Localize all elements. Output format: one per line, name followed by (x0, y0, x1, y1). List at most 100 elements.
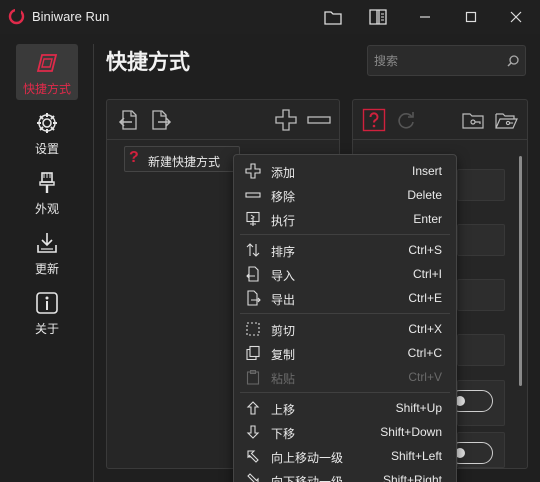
menu-separator (240, 234, 450, 235)
nav-item-settings[interactable]: 设置 (16, 104, 78, 160)
remove-icon (245, 187, 261, 203)
menu-item-shortcut: Shift+Up (395, 401, 442, 415)
export-icon (245, 290, 261, 306)
menu-separator (240, 313, 450, 314)
menu-item-shortcut: Shift+Right (382, 473, 442, 482)
app-logo-icon (8, 8, 25, 25)
menu-item-label: 向上移动一级 (271, 451, 344, 465)
cut-icon (245, 321, 261, 337)
menu-item-export[interactable]: 导出 Ctrl+E (234, 286, 456, 310)
nav-item-update[interactable]: 更新 (16, 224, 78, 280)
arrow-down-icon (245, 424, 261, 440)
menu-item-label: 导入 (271, 269, 296, 283)
menu-item-move-up[interactable]: 上移 Shift+Up (234, 396, 456, 420)
menu-item-label: 添加 (271, 166, 296, 180)
nav-label-about: 关于 (34, 322, 59, 336)
details-toolbar (353, 100, 527, 140)
nav-label-appearance: 外观 (34, 202, 59, 216)
menu-separator (240, 392, 450, 393)
menu-item-label: 复制 (271, 348, 296, 362)
search-input[interactable] (374, 52, 498, 70)
search-box[interactable] (367, 45, 526, 76)
menu-item-label: 排序 (271, 245, 296, 259)
menu-item-level-up[interactable]: 向上移动一级 Shift+Left (234, 444, 456, 468)
field-box[interactable] (457, 224, 505, 256)
folder-icon[interactable] (321, 5, 345, 29)
folder-open-icon[interactable] (494, 108, 518, 132)
menu-item-run[interactable]: 执行 Enter (234, 207, 456, 231)
gear-icon (37, 113, 57, 133)
remove-icon[interactable] (307, 108, 331, 132)
menu-item-cut[interactable]: 剪切 Ctrl+X (234, 317, 456, 341)
menu-item-label: 导出 (271, 293, 296, 307)
scrollbar[interactable] (519, 156, 522, 386)
menu-item-shortcut: Insert (411, 164, 442, 178)
menu-item-shortcut: Ctrl+X (408, 322, 442, 336)
title-bar: Biniware Run (0, 0, 540, 34)
menu-item-label: 上移 (271, 403, 296, 417)
nav-label-settings: 设置 (34, 142, 59, 156)
menu-item-label: 向下移动一级 (271, 475, 344, 482)
folder-key-icon[interactable] (461, 108, 485, 132)
run-icon (245, 211, 261, 227)
shortcuts-toolbar (107, 100, 339, 140)
refresh-icon[interactable] (394, 108, 418, 132)
field-box[interactable] (457, 279, 505, 311)
question-icon[interactable] (362, 108, 386, 132)
field-box[interactable] (457, 334, 505, 366)
close-icon[interactable] (504, 5, 528, 29)
brush-icon (39, 172, 55, 193)
search-icon[interactable] (505, 53, 521, 69)
menu-item-shortcut: Delete (407, 188, 442, 202)
menu-item-label: 剪切 (271, 324, 296, 338)
export-icon[interactable] (149, 108, 173, 132)
menu-item-move-down[interactable]: 下移 Shift+Down (234, 420, 456, 444)
list-item-label: 新建快捷方式 (148, 155, 221, 169)
paste-icon (245, 369, 261, 385)
add-icon[interactable] (274, 108, 298, 132)
nav-label-update: 更新 (34, 262, 59, 276)
menu-item-sort[interactable]: 排序 Ctrl+S (234, 238, 456, 262)
menu-item-label: 执行 (271, 214, 296, 228)
menu-item-level-down[interactable]: 向下移动一级 Shift+Right (234, 468, 456, 482)
info-icon (36, 292, 58, 314)
field-box[interactable] (457, 169, 505, 201)
menu-item-shortcut: Ctrl+V (408, 370, 442, 384)
app-title: Biniware Run (32, 9, 110, 24)
nav-item-shortcuts[interactable]: 快捷方式 (16, 44, 78, 100)
nav-item-about[interactable]: 关于 (16, 284, 78, 340)
copy-icon (245, 345, 261, 361)
level-up-icon (245, 448, 261, 464)
download-icon (37, 233, 57, 253)
menu-item-add[interactable]: 添加 Insert (234, 159, 456, 183)
shortcut-icon (36, 54, 58, 72)
menu-item-label: 下移 (271, 427, 296, 441)
context-menu: 添加 Insert 移除 Delete 执行 Enter 排序 Ctrl+S 导… (233, 154, 457, 482)
menu-item-label: 移除 (271, 190, 296, 204)
menu-item-shortcut: Shift+Down (380, 425, 442, 439)
menu-item-import[interactable]: 导入 Ctrl+I (234, 262, 456, 286)
list-item[interactable]: ? 新建快捷方式 (124, 146, 240, 172)
menu-item-shortcut: Shift+Left (390, 449, 442, 463)
level-down-icon (245, 472, 261, 482)
menu-item-shortcut: Ctrl+I (412, 267, 442, 281)
sort-icon (245, 242, 261, 258)
maximize-icon[interactable] (459, 5, 483, 29)
book-icon[interactable] (366, 5, 390, 29)
page-title: 快捷方式 (106, 51, 190, 74)
question-icon: ? (129, 149, 139, 166)
menu-item-shortcut: Ctrl+C (407, 346, 442, 360)
import-icon[interactable] (117, 108, 141, 132)
nav-divider (93, 44, 94, 482)
nav-label-shortcuts: 快捷方式 (22, 82, 71, 96)
menu-item-label: 粘贴 (271, 372, 296, 386)
arrow-up-icon (245, 400, 261, 416)
minimize-icon[interactable] (413, 5, 437, 29)
menu-item-shortcut: Ctrl+E (408, 291, 442, 305)
menu-item-copy[interactable]: 复制 Ctrl+C (234, 341, 456, 365)
menu-item-shortcut: Enter (413, 212, 442, 226)
menu-item-remove[interactable]: 移除 Delete (234, 183, 456, 207)
import-icon (245, 266, 261, 282)
add-icon (245, 163, 261, 179)
nav-item-appearance[interactable]: 外观 (16, 164, 78, 220)
